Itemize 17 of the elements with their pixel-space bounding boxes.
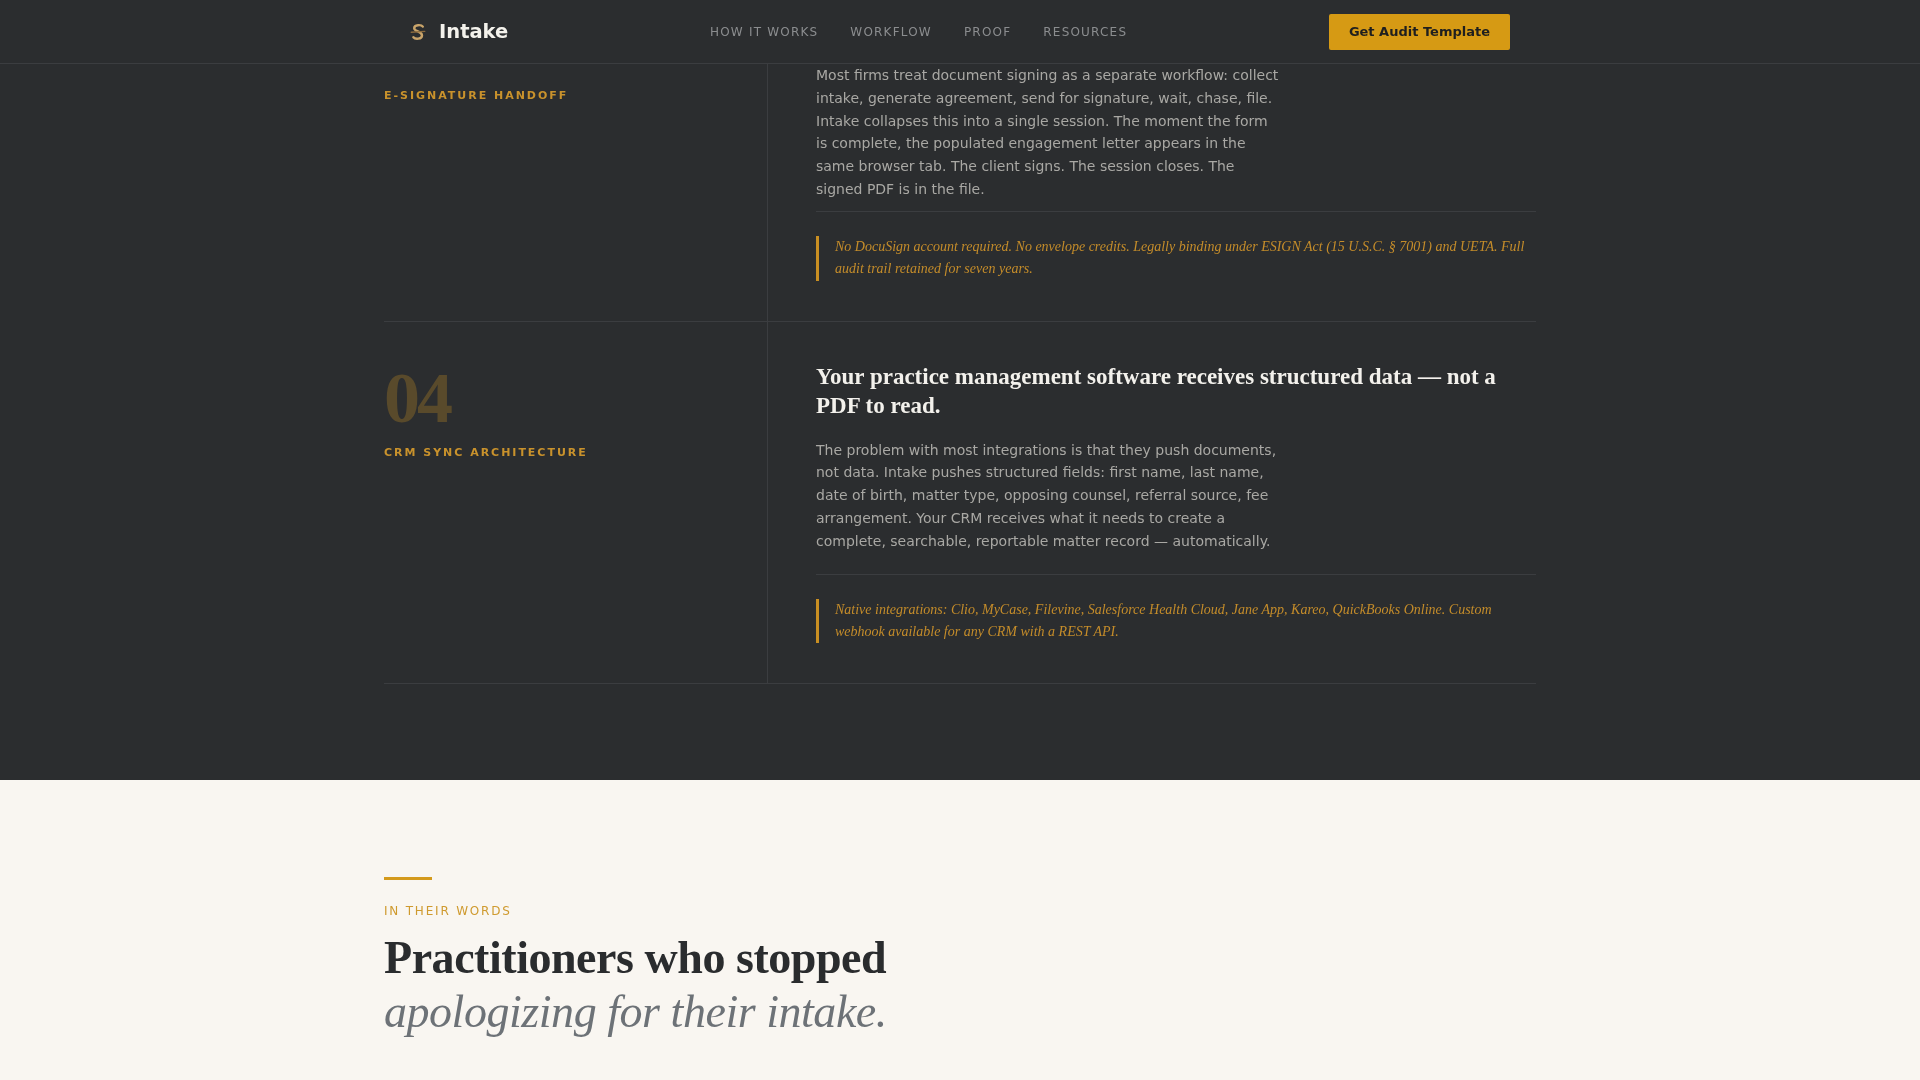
nav-link[interactable]: RESOURCES: [1043, 24, 1128, 39]
note-quote: Native integrations: Clio, MyCase, Filevine, Salesforce Health Cloud, Jane App, Kareo, QuickBooks Online. Custom webhook available for any CRM with a REST API.: [816, 598, 1536, 644]
step-description: Most firms treat document signing as a separate workflow: collect intake, generate agreement, send for signature, wait, chase, file. Intake collapses this into a single session. The moment the form is complete, the populated engagement letter appears in the same browser tab. The client signs. The session closes. The signed PDF is in the file.: [816, 66, 1280, 199]
accent-bar: [384, 877, 432, 881]
nav-link[interactable]: PROOF: [963, 24, 1012, 39]
step-label: E-SIGNATURE HANDOFF: [384, 89, 570, 103]
note-quote: No DocuSign account required. No envelope credits. Legally binding under ESIGN Act (15 U.S.C. § 7001) and UETA. Full audit trail retained for seven years.: [816, 235, 1536, 281]
step-title: Your practice management software receives structured data — not a PDF to read.: [816, 362, 1497, 420]
logo-icon: [410, 22, 426, 41]
eyebrow-label: IN THEIR WORDS: [384, 903, 513, 921]
nav-link[interactable]: WORKFLOW: [850, 24, 932, 39]
step-description: The problem with most integrations is that they push documents, not data. Intake pushes structured fields: first name, last name, date of birth, matter type, opposing counsel, referral source, fee arrangement. Your CRM receives what it needs to create a complete, searchable, reportable matter record — automatically.: [816, 440, 1278, 551]
cta-button[interactable]: Get Audit Template: [1328, 13, 1510, 50]
nav-link[interactable]: HOW IT WORKS: [709, 24, 819, 39]
brand-name: Intake: [439, 20, 509, 43]
section-heading: Practitioners who stopped apologizing for their intake.: [384, 931, 888, 1039]
step-label: CRM SYNC ARCHITECTURE: [384, 445, 589, 460]
